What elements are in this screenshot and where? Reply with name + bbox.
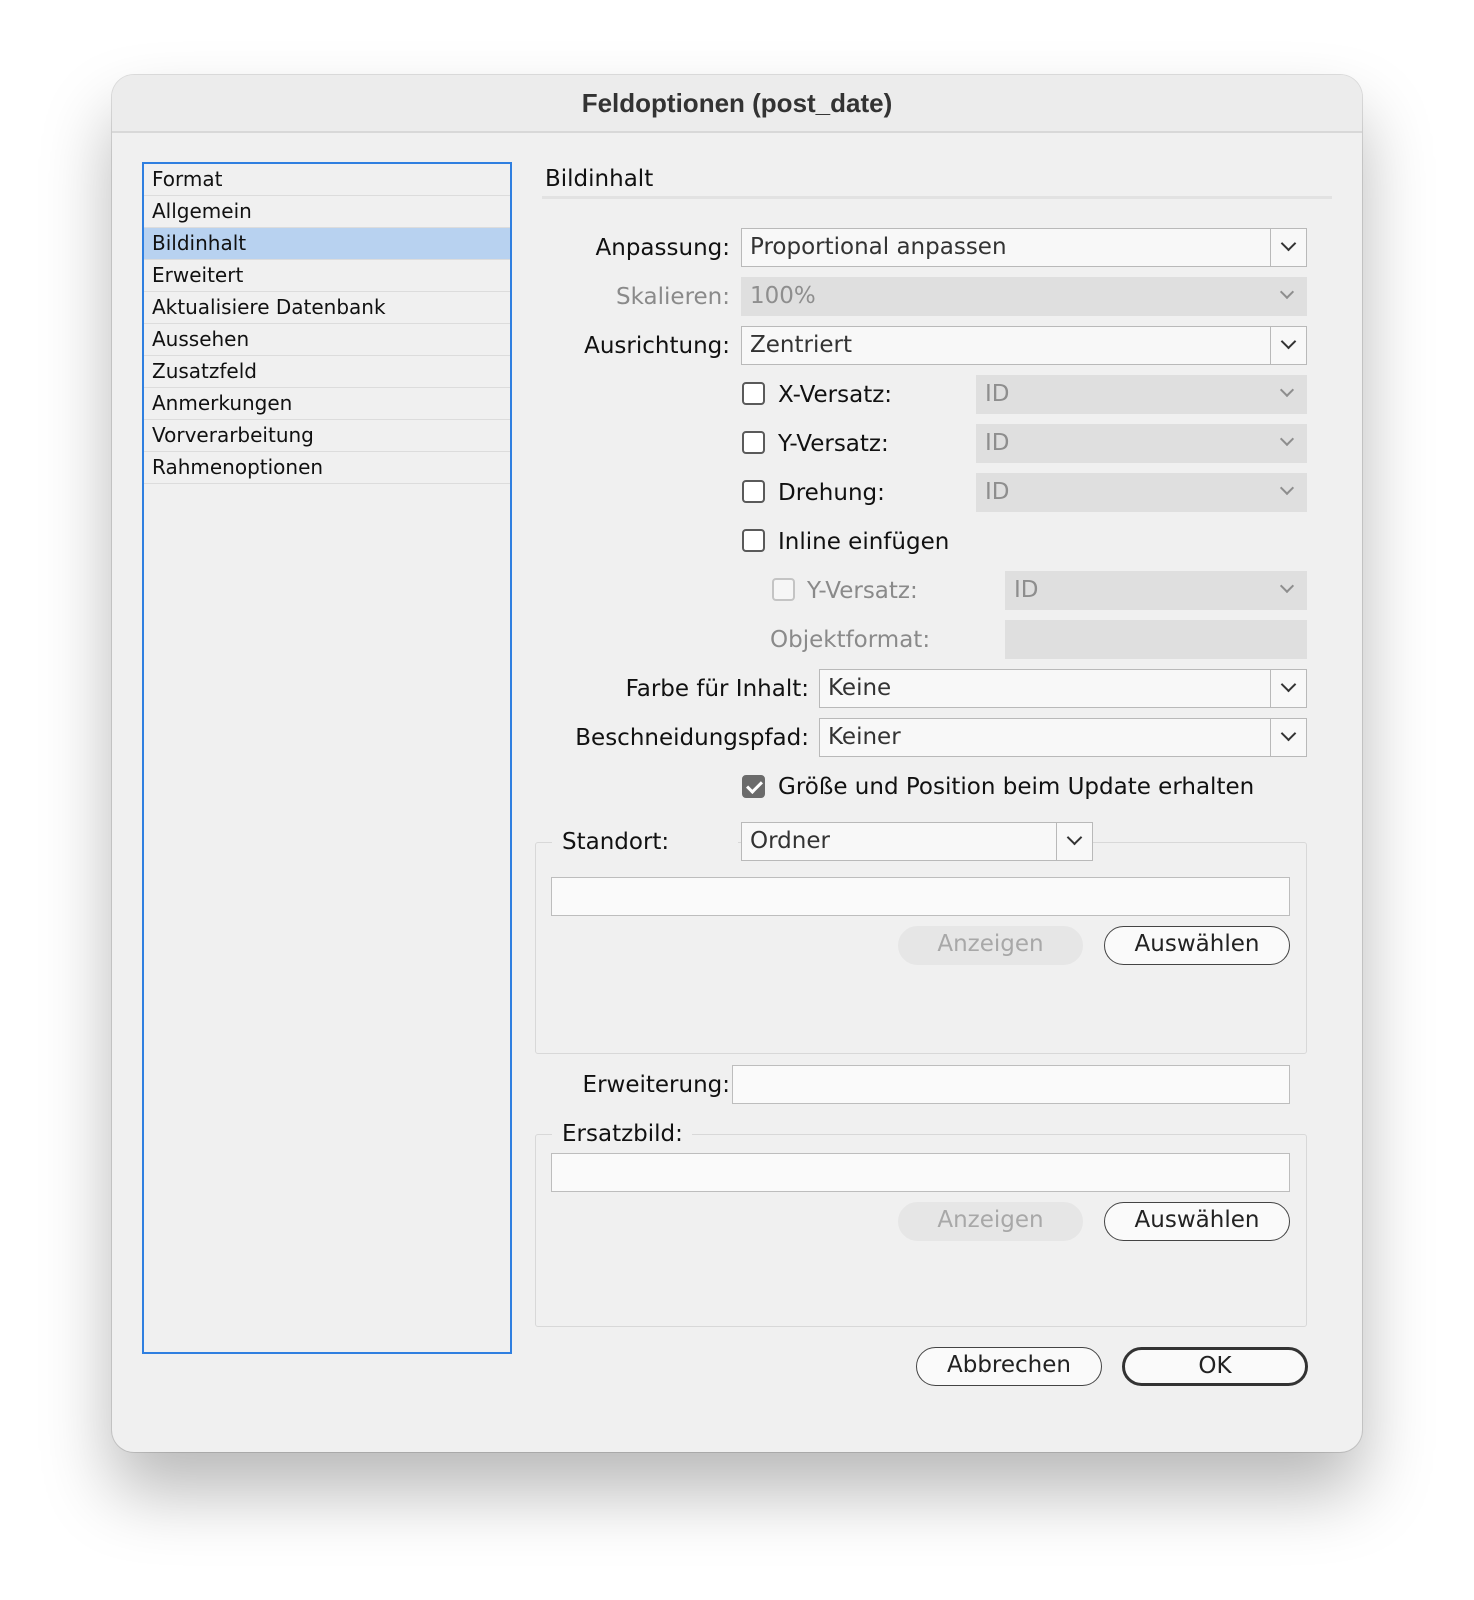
- chevron-down-icon: [1279, 431, 1295, 447]
- farbe-dropdown-button[interactable]: [1270, 670, 1306, 707]
- anpassung-value: Proportional anpassen: [750, 234, 1007, 260]
- drehung-select: ID: [976, 473, 1307, 512]
- sidebar-item-allgemein[interactable]: Allgemein: [144, 196, 510, 228]
- erweiterung-input[interactable]: [732, 1065, 1290, 1104]
- chevron-down-icon: [1280, 676, 1297, 693]
- section-divider: [542, 196, 1332, 199]
- y-versatz-value: ID: [985, 430, 1010, 456]
- sidebar-item-vorverarbeitung[interactable]: Vorverarbeitung: [144, 420, 510, 452]
- inline-y-versatz-value: ID: [1014, 577, 1039, 603]
- chevron-down-icon: [1279, 480, 1295, 496]
- chevron-down-icon: [1066, 829, 1083, 846]
- beschneidungspfad-select[interactable]: Keiner: [819, 718, 1307, 757]
- drehung-checkbox[interactable]: [742, 480, 765, 503]
- y-versatz-select: ID: [976, 424, 1307, 463]
- erweiterung-label: Erweiterung:: [582, 1072, 730, 1098]
- ausrichtung-label: Ausrichtung:: [584, 333, 730, 359]
- sidebar-item-zusatzfeld[interactable]: Zusatzfeld: [144, 356, 510, 388]
- inline-y-versatz-select: ID: [1005, 571, 1307, 610]
- sidebar-item-bildinhalt[interactable]: Bildinhalt: [144, 228, 510, 260]
- chevron-down-icon: [1279, 382, 1295, 398]
- ausrichtung-value: Zentriert: [750, 332, 852, 358]
- anpassung-dropdown-button[interactable]: [1270, 229, 1306, 266]
- x-versatz-value: ID: [985, 381, 1010, 407]
- ersatzbild-label: Ersatzbild:: [562, 1121, 683, 1147]
- ausrichtung-select[interactable]: Zentriert: [741, 326, 1307, 365]
- farbe-value: Keine: [828, 675, 892, 701]
- ersatzbild-anzeigen-button: Anzeigen: [898, 1202, 1083, 1241]
- x-versatz-label: X-Versatz:: [778, 382, 893, 408]
- drehung-label: Drehung:: [778, 480, 885, 506]
- x-versatz-select: ID: [976, 375, 1307, 414]
- category-list[interactable]: Format Allgemein Bildinhalt Erweitert Ak…: [142, 162, 512, 1354]
- farbe-select[interactable]: Keine: [819, 669, 1307, 708]
- standort-label: Standort:: [562, 829, 670, 855]
- sidebar-item-anmerkungen[interactable]: Anmerkungen: [144, 388, 510, 420]
- beschneidungspfad-value: Keiner: [828, 724, 901, 750]
- chevron-down-icon: [1280, 725, 1297, 742]
- sidebar-item-aktualisiere-datenbank[interactable]: Aktualisiere Datenbank: [144, 292, 510, 324]
- cancel-button[interactable]: Abbrechen: [916, 1347, 1102, 1386]
- ersatzbild-auswaehlen-button[interactable]: Auswählen: [1104, 1202, 1290, 1241]
- y-versatz-label: Y-Versatz:: [778, 431, 889, 457]
- ok-button[interactable]: OK: [1122, 1347, 1308, 1386]
- standort-select[interactable]: Ordner: [741, 822, 1093, 861]
- beschneidungspfad-dropdown-button[interactable]: [1270, 719, 1306, 756]
- sidebar-item-erweitert[interactable]: Erweitert: [144, 260, 510, 292]
- skalieren-value: 100%: [750, 283, 816, 309]
- inline-y-versatz-checkbox: [772, 578, 795, 601]
- chevron-down-icon: [1280, 235, 1297, 252]
- objektformat-field: [1005, 620, 1307, 659]
- window-title: Feldoptionen (post_date): [112, 75, 1362, 133]
- standort-path-input[interactable]: [551, 877, 1290, 916]
- farbe-label: Farbe für Inhalt:: [625, 676, 809, 702]
- inline-einfuegen-label: Inline einfügen: [778, 529, 950, 555]
- sidebar-item-rahmenoptionen[interactable]: Rahmenoptionen: [144, 452, 510, 484]
- standort-auswaehlen-button[interactable]: Auswählen: [1104, 926, 1290, 965]
- sidebar-item-aussehen[interactable]: Aussehen: [144, 324, 510, 356]
- section-title: Bildinhalt: [545, 166, 654, 192]
- skalieren-label: Skalieren:: [616, 284, 730, 310]
- inline-einfuegen-checkbox[interactable]: [742, 529, 765, 552]
- ersatzbild-path-input[interactable]: [551, 1153, 1290, 1192]
- skalieren-select: 100%: [741, 277, 1307, 316]
- groesse-position-checkbox[interactable]: [742, 775, 765, 798]
- standort-anzeigen-button: Anzeigen: [898, 926, 1083, 965]
- y-versatz-checkbox[interactable]: [742, 431, 765, 454]
- standort-value: Ordner: [750, 828, 830, 854]
- chevron-down-icon: [1279, 578, 1295, 594]
- beschneidungspfad-label: Beschneidungspfad:: [575, 725, 809, 751]
- chevron-down-icon: [1279, 284, 1295, 300]
- anpassung-select[interactable]: Proportional anpassen: [741, 228, 1307, 267]
- chevron-down-icon: [1280, 333, 1297, 350]
- drehung-value: ID: [985, 479, 1010, 505]
- inline-y-versatz-label: Y-Versatz:: [807, 578, 918, 604]
- dialog-window: Feldoptionen (post_date) Format Allgemei…: [112, 75, 1362, 1452]
- standort-dropdown-button[interactable]: [1056, 823, 1092, 860]
- x-versatz-checkbox[interactable]: [742, 382, 765, 405]
- groesse-position-label: Größe und Position beim Update erhalten: [778, 774, 1255, 800]
- objektformat-label: Objektformat:: [770, 627, 931, 653]
- sidebar-item-format[interactable]: Format: [144, 164, 510, 196]
- ausrichtung-dropdown-button[interactable]: [1270, 327, 1306, 364]
- anpassung-label: Anpassung:: [595, 235, 730, 261]
